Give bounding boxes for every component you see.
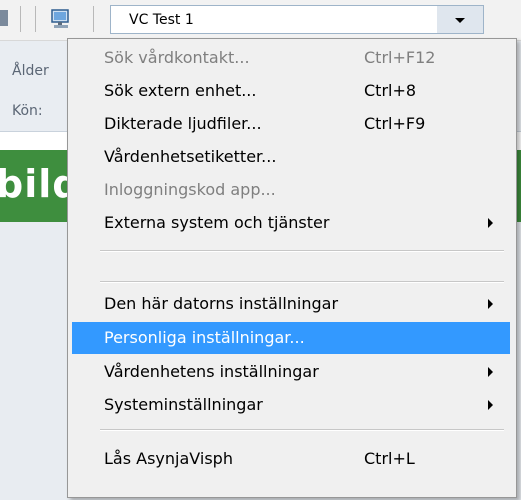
age-label: Ålder [12, 63, 49, 79]
menu-item-shortcut: Ctrl+L [364, 449, 415, 468]
submenu-arrow-icon [488, 400, 493, 410]
menu-item-external-systems[interactable]: Externa system och tjänster [72, 207, 510, 239]
menu-item-label: Vårdenhetens inställningar [104, 362, 319, 381]
computer-monitor-icon[interactable] [51, 8, 71, 30]
menu-item-label: Externa system och tjänster [104, 213, 330, 232]
menu-item-shortcut: Ctrl+F12 [364, 48, 436, 67]
menu-item-label: Inloggningskod app... [104, 180, 276, 199]
menu-item-label: Sök vårdkontakt... [104, 48, 250, 67]
submenu-arrow-icon [488, 367, 493, 377]
toolbar: VC Test 1 [0, 0, 521, 41]
menu-item-care-unit-labels[interactable]: Vårdenhetsetiketter... [72, 141, 510, 173]
menu-item-label: Personliga inställningar... [104, 328, 305, 347]
gender-label: Kön: [12, 103, 43, 119]
menu-item-login-code-app[interactable]: Inloggningskod app... [72, 174, 510, 206]
menu-item-care-unit-settings[interactable]: Vårdenhetens inställningar [72, 356, 510, 388]
menu-item-label: Lås AsynjaVisph [104, 449, 233, 468]
menu-separator [100, 250, 504, 252]
toolbar-separator [20, 6, 21, 32]
menu-item-shortcut: Ctrl+8 [364, 81, 417, 100]
menu-item-label: Vårdenhetsetiketter... [104, 147, 277, 166]
menu-separator [100, 429, 504, 431]
submenu-arrow-icon [488, 218, 493, 228]
menu-item-label: Den här datorns inställningar [104, 294, 339, 313]
toolbar-separator [35, 6, 36, 32]
menu-item-label: Dikterade ljudfiler... [104, 114, 262, 133]
menu-empty-row [72, 254, 510, 274]
toolbar-partial-icon[interactable] [0, 10, 8, 26]
menu-item-label: Sök extern enhet... [104, 81, 257, 100]
menu-item-lock[interactable]: Lås AsynjaVisph Ctrl+L [72, 443, 510, 475]
unit-combobox[interactable]: VC Test 1 [110, 5, 484, 34]
menu-item-label: Systeminställningar [104, 395, 263, 414]
unit-combobox-value: VC Test 1 [129, 12, 194, 28]
menu-item-search-care-contact[interactable]: Sök vårdkontakt... Ctrl+F12 [72, 42, 510, 74]
menu-item-system-settings[interactable]: Systeminställningar [72, 389, 510, 421]
toolbar-separator [93, 6, 94, 32]
menu-item-search-external-unit[interactable]: Sök extern enhet... Ctrl+8 [72, 75, 510, 107]
menu-separator [100, 281, 504, 283]
menu-item-dictated-audio-files[interactable]: Dikterade ljudfiler... Ctrl+F9 [72, 108, 510, 140]
combobox-dropdown-button[interactable] [437, 6, 483, 33]
menu-item-personal-settings[interactable]: Personliga inställningar... [72, 322, 510, 354]
context-menu: Sök vårdkontakt... Ctrl+F12 Sök extern e… [67, 38, 517, 498]
menu-item-shortcut: Ctrl+F9 [364, 114, 426, 133]
submenu-arrow-icon [488, 299, 493, 309]
menu-item-this-computer-settings[interactable]: Den här datorns inställningar [72, 288, 510, 320]
chevron-down-icon [455, 18, 465, 23]
